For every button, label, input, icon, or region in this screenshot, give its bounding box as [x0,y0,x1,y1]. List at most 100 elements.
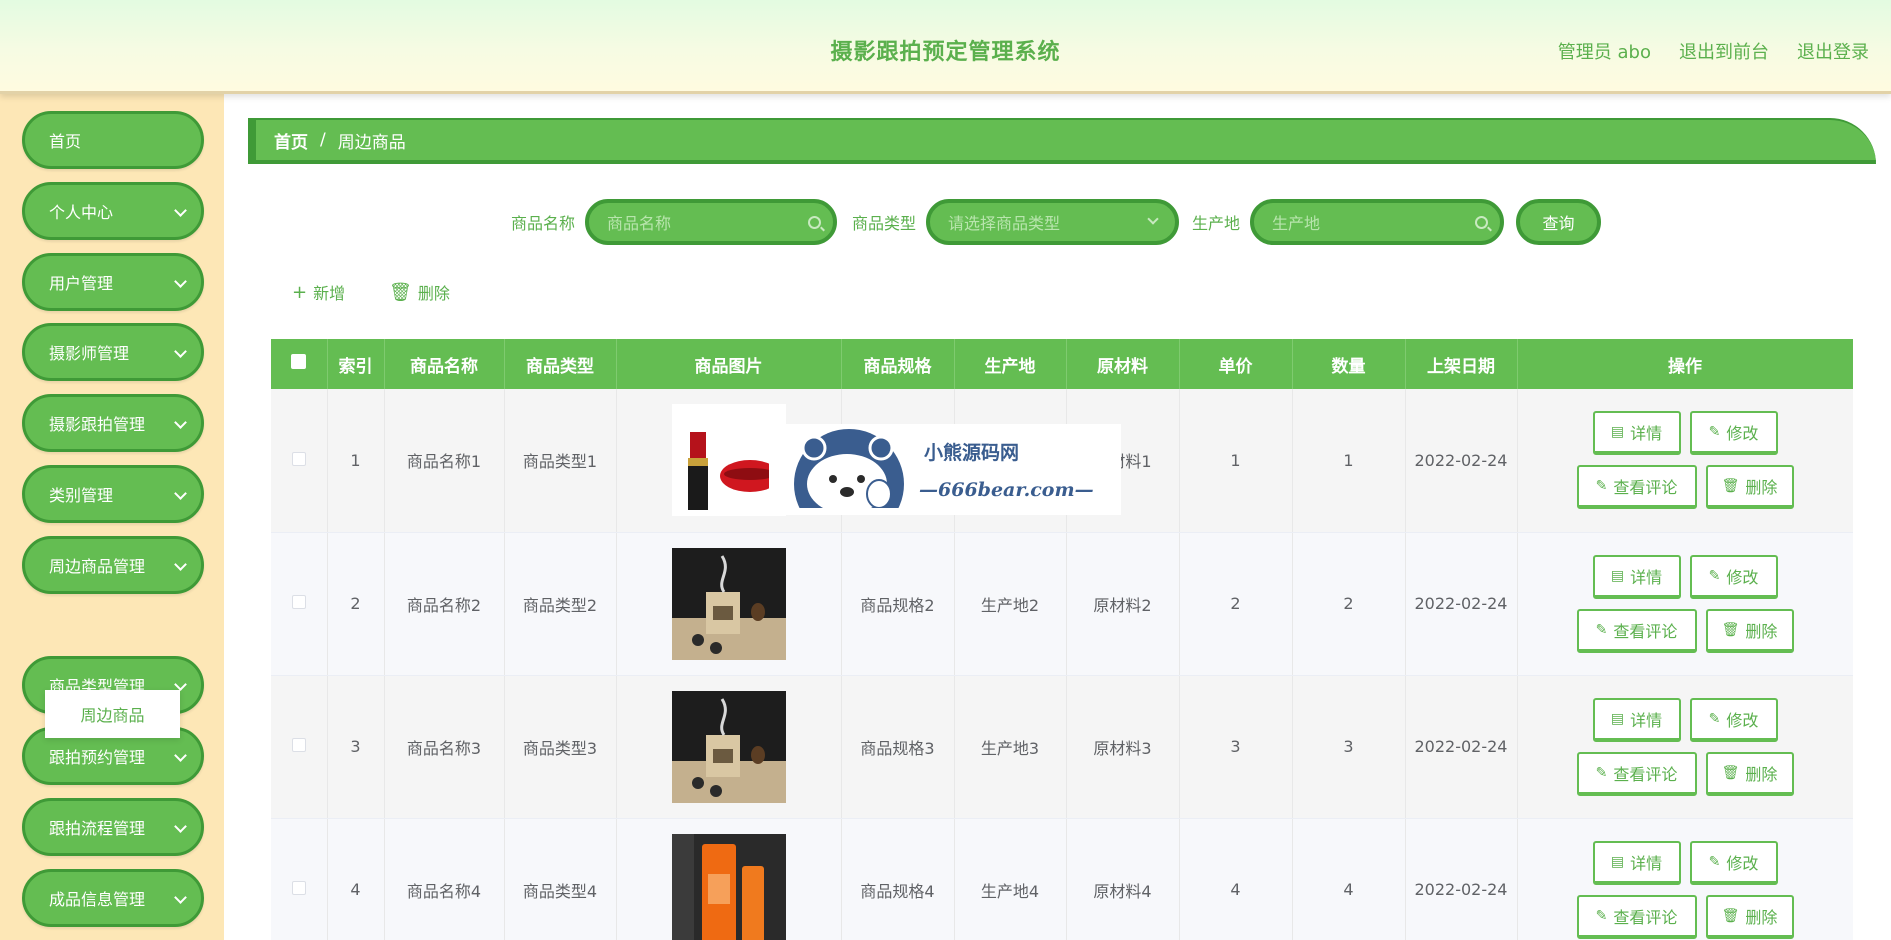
chevron-down-icon [174,558,187,571]
add-button[interactable]: + 新增 [292,280,345,304]
spec-cell: 商品规格4 [841,818,955,940]
sidebar-item-label: 首页 [49,132,82,151]
delete-label: 删除 [1745,478,1778,498]
admin-user-link[interactable]: 管理员 abo [1558,38,1651,64]
trash-icon: 🗑 [1721,478,1740,495]
pencil-icon: ✎ [1708,567,1721,584]
row-select-cell[interactable] [271,532,328,676]
spec-cell: 商品规格3 [841,675,955,819]
search-type-group: 商品类型 请选择商品类型 [852,199,1180,245]
view-comments-button[interactable]: ✎ 查看评论 [1576,465,1697,510]
detail-button[interactable]: ▤ 详情 [1592,411,1681,456]
date-cell: 2022-02-24 [1405,389,1518,533]
batch-delete-button[interactable]: 🗑 删除 [389,280,450,304]
product-name-placeholder: 商品名称 [607,214,672,233]
operations-cell: ▤ 详情 ✎ 修改 ✎ 查看评论 🗑 删除 [1517,675,1853,819]
price-cell: 3 [1179,675,1293,819]
batch-delete-label: 删除 [417,284,450,303]
sidebar-item-photo-shoots[interactable]: 摄影跟拍管理 [22,394,204,452]
sidebar-item-home[interactable]: 首页 [22,111,204,169]
breadcrumb-home[interactable]: 首页 [274,128,308,153]
delete-button[interactable]: 🗑 删除 [1705,894,1794,939]
price-cell: 2 [1179,532,1293,676]
table-row: 4 商品名称4 商品类型4 商品规格4 生产地4 原材料4 4 4 2022-02-24 ▤ 详情 ✎… [271,818,1853,940]
product-name-input[interactable]: 商品名称 [585,199,838,245]
view-comments-button[interactable]: ✎ 查看评论 [1576,608,1697,653]
sidebar-item-peripheral-goods[interactable]: 周边商品管理 [22,536,204,594]
delete-label: 删除 [1745,907,1778,927]
sidebar-item-finished-works[interactable]: 成品信息管理 [22,869,204,927]
qty-cell: 3 [1292,675,1406,819]
document-icon: ▤ [1610,567,1625,584]
table-header-row: 索引 商品名称 商品类型 商品图片 商品规格 生产地 原材料 单价 数量 上架日… [271,339,1853,389]
row-checkbox[interactable] [291,738,306,752]
chevron-down-icon [174,820,187,833]
delete-button[interactable]: 🗑 删除 [1705,608,1794,653]
table-row: 2 商品名称2 商品类型2 商品规格2 生产地2 原材料2 2 2 2022-02-24 ▤ 详情 ✎… [271,532,1853,676]
sidebar-item-workflow[interactable]: 跟拍流程管理 [22,798,204,856]
date-cell: 2022-02-24 [1405,818,1518,940]
image-cell [616,675,842,819]
product-type-select[interactable]: 请选择商品类型 [926,199,1180,245]
sidebar-item-label: 用户管理 [49,274,114,293]
trash-icon: 🗑 [1721,764,1740,781]
name-cell: 商品名称1 [384,389,505,533]
document-icon: ▤ [1610,853,1625,870]
chevron-down-icon [174,204,187,217]
select-all-checkbox[interactable] [291,354,307,369]
sidebar-item-label: 跟拍预约管理 [49,748,146,767]
sidebar-item-categories[interactable]: 类别管理 [22,465,204,523]
pencil-icon: ✎ [1708,710,1721,727]
chevron-down-icon [174,678,187,691]
sidebar-item-label: 摄影跟拍管理 [49,415,146,434]
chevron-down-icon [1147,213,1159,225]
origin-input[interactable]: 生产地 [1250,199,1505,245]
delete-button[interactable]: 🗑 删除 [1705,465,1794,510]
view-comments-button[interactable]: ✎ 查看评论 [1576,894,1697,939]
edit-button[interactable]: ✎ 修改 [1689,697,1778,742]
detail-button[interactable]: ▤ 详情 [1592,840,1681,885]
detail-button[interactable]: ▤ 详情 [1592,697,1681,742]
delete-label: 删除 [1745,621,1778,641]
qty-cell: 4 [1292,818,1406,940]
select-all-header[interactable] [271,339,328,389]
qty-cell: 1 [1292,389,1406,533]
row-checkbox[interactable] [291,451,306,466]
col-header: 上架日期 [1405,339,1518,389]
submenu-item-peripheral-goods[interactable]: 周边商品 [45,690,180,738]
origin-cell: 生产地4 [954,818,1067,940]
sidebar-item-profile[interactable]: 个人中心 [22,182,204,240]
row-checkbox[interactable] [291,881,306,895]
type-cell: 商品类型4 [504,818,617,940]
query-button[interactable]: 查询 [1516,199,1601,245]
add-label: 新增 [313,284,346,303]
edit-button[interactable]: ✎ 修改 [1689,554,1778,599]
edit-button[interactable]: ✎ 修改 [1689,840,1778,885]
front-page-link[interactable]: 退出到前台 [1679,38,1769,64]
row-checkbox[interactable] [291,595,306,609]
delete-button[interactable]: 🗑 删除 [1705,751,1794,796]
row-select-cell[interactable] [271,818,328,940]
sidebar-item-photographers[interactable]: 摄影师管理 [22,323,204,381]
row-select-cell[interactable] [271,389,328,533]
table-row: 3 商品名称3 商品类型3 商品规格3 生产地3 原材料3 3 3 2022-02-24 ▤ 详情 ✎… [271,675,1853,819]
logout-link[interactable]: 退出登录 [1797,38,1869,64]
operations-cell: ▤ 详情 ✎ 修改 ✎ 查看评论 🗑 删除 [1517,532,1853,676]
edit-button[interactable]: ✎ 修改 [1689,411,1778,456]
comments-label: 查看评论 [1613,907,1678,927]
product-image-sunscreen [671,833,786,940]
plus-icon: + [292,281,308,303]
detail-button[interactable]: ▤ 详情 [1592,554,1681,599]
sidebar-item-label: 摄影师管理 [49,344,130,363]
origin-cell: 生产地3 [954,675,1067,819]
chevron-down-icon [174,416,187,429]
row-select-cell[interactable] [271,675,328,819]
sidebar-item-users[interactable]: 用户管理 [22,253,204,311]
operations-cell: ▤ 详情 ✎ 修改 ✎ 查看评论 🗑 删除 [1517,389,1853,533]
view-comments-button[interactable]: ✎ 查看评论 [1576,751,1697,796]
type-cell: 商品类型1 [504,389,617,533]
breadcrumb-separator: / [320,130,326,150]
edit-label: 修改 [1726,424,1759,444]
date-cell: 2022-02-24 [1405,532,1518,676]
pencil-icon: ✎ [1595,621,1608,638]
